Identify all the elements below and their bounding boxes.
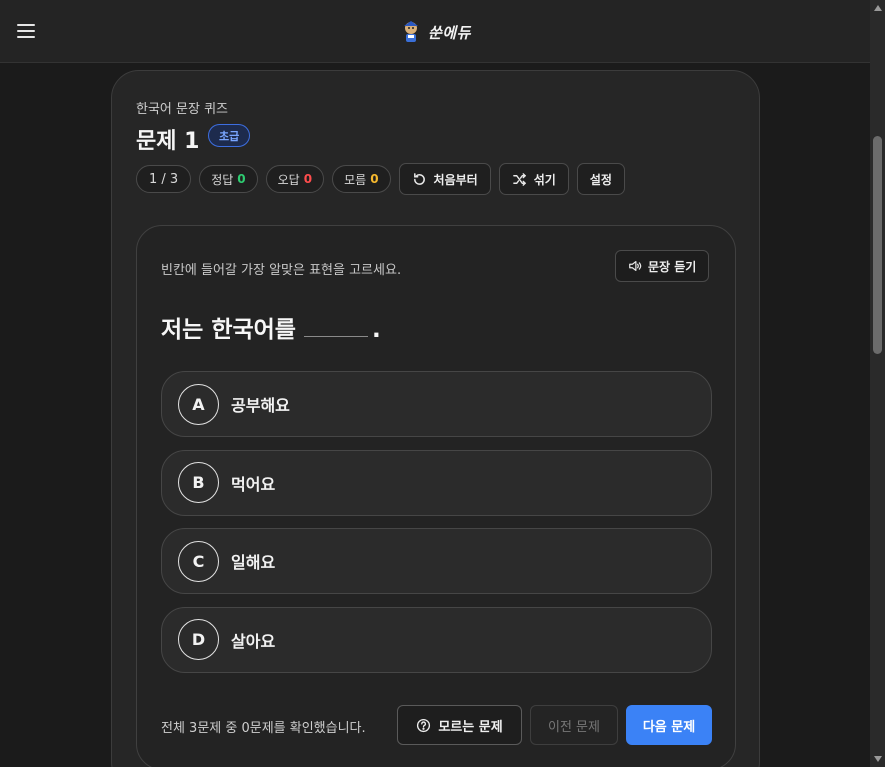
previous-question-button[interactable]: 이전 문제 xyxy=(530,705,618,745)
unknown-question-button[interactable]: 모르는 문제 xyxy=(397,705,522,745)
next-question-button[interactable]: 다음 문제 xyxy=(626,705,712,745)
answer-option-d[interactable]: D 살아요 xyxy=(161,606,712,673)
progress-note: 전체 3문제 중 0문제를 확인했습니다. xyxy=(161,721,366,736)
instruction-text: 빈칸에 들어갈 가장 알맞은 표현을 고르세요. xyxy=(161,263,402,278)
unknown-count: 0 xyxy=(370,172,379,186)
listen-label: 문장 듣기 xyxy=(648,259,697,274)
wrong-count: 0 xyxy=(303,172,313,186)
unknown-chip: 모름 0 xyxy=(332,165,391,193)
shuffle-icon xyxy=(512,172,526,186)
restart-label: 처음부터 xyxy=(433,172,478,187)
option-letter: A xyxy=(178,383,219,425)
mascot-logo-icon xyxy=(404,21,418,42)
scrollbar[interactable] xyxy=(870,0,885,767)
correct-chip: 정답 0 xyxy=(199,165,258,193)
unknown-question-label: 모르는 문제 xyxy=(438,719,503,735)
shuffle-button[interactable]: 섞기 xyxy=(498,163,569,195)
blank-slot xyxy=(303,319,368,337)
restart-icon xyxy=(413,172,425,185)
progress-chip: 1 / 3 xyxy=(136,165,192,193)
quiz-kicker: 한국어 문장 퀴즈 xyxy=(136,102,228,117)
status-row: 1 / 3 정답 0 오답 0 모름 0 처음부터 섞기 설정 xyxy=(136,163,625,195)
answer-option-a[interactable]: A 공부해요 xyxy=(161,371,712,437)
brand[interactable]: 쑨에듀 xyxy=(400,19,471,45)
restart-button[interactable]: 처음부터 xyxy=(398,163,491,195)
sentence-before: 저는 한국어를 xyxy=(161,317,296,343)
wrong-label: 오답 xyxy=(277,172,300,187)
answer-option-c[interactable]: C 일해요 xyxy=(161,528,712,594)
option-text: 먹어요 xyxy=(231,474,276,494)
brand-name: 쑨에듀 xyxy=(428,23,471,42)
option-letter: D xyxy=(178,619,219,660)
option-letter: C xyxy=(178,540,219,582)
answer-option-b[interactable]: B 먹어요 xyxy=(161,449,712,516)
quiz-panel: 한국어 문장 퀴즈 문제 1 초급 1 / 3 정답 0 오답 0 모름 0 처… xyxy=(111,70,760,767)
option-letter: B xyxy=(178,462,219,503)
question-title: 문제 1 xyxy=(136,129,200,154)
option-text: 공부해요 xyxy=(231,396,290,415)
unknown-label: 모름 xyxy=(344,172,367,187)
sentence-after: . xyxy=(371,317,381,343)
correct-label: 정답 xyxy=(211,172,234,187)
scroll-thumb[interactable] xyxy=(873,136,882,354)
listen-sentence-button[interactable]: 문장 듣기 xyxy=(615,250,710,282)
option-text: 살아요 xyxy=(231,631,276,651)
wrong-chip: 오답 0 xyxy=(265,165,325,193)
top-bar: 쑨에듀 xyxy=(0,0,870,63)
help-circle-icon xyxy=(417,718,431,732)
settings-button[interactable]: 설정 xyxy=(576,163,625,195)
scroll-down-arrow-icon[interactable] xyxy=(874,756,882,762)
shuffle-label: 섞기 xyxy=(533,172,556,187)
scroll-up-arrow-icon[interactable] xyxy=(874,5,882,11)
question-sentence: 저는 한국어를 . xyxy=(161,310,381,344)
correct-count: 0 xyxy=(237,172,246,186)
option-text: 일해요 xyxy=(231,553,276,572)
hamburger-menu-icon[interactable] xyxy=(16,21,38,41)
answer-options: A 공부해요 B 먹어요 C 일해요 D 살아요 xyxy=(161,371,712,685)
question-card: 빈칸에 들어갈 가장 알맞은 표현을 고르세요. 문장 듣기 저는 한국어를 .… xyxy=(136,225,736,767)
speaker-icon xyxy=(629,261,642,271)
level-badge: 초급 xyxy=(208,124,251,147)
